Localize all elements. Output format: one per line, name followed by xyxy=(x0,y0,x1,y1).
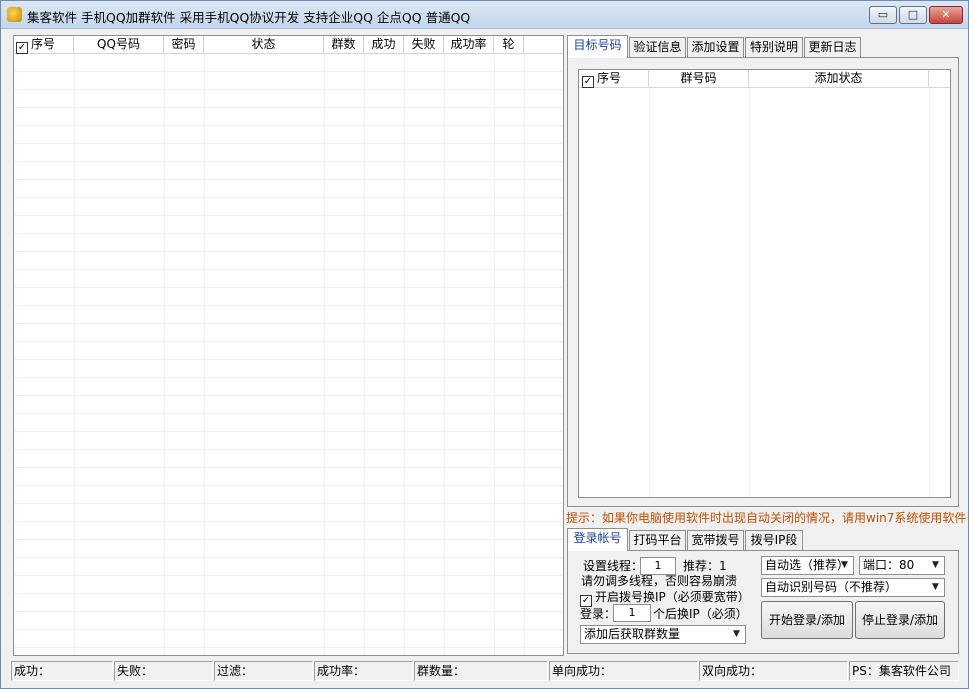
col-index[interactable]: ✓ 序号 xyxy=(14,36,74,54)
account-list[interactable]: ✓ 序号 QQ号码 密码 状态 群数 成功 失败 成功率 轮 xyxy=(13,35,564,656)
maximize-button[interactable]: □ xyxy=(899,6,927,24)
col-password[interactable]: 密码 xyxy=(164,36,204,53)
target-group-list[interactable]: ✓ 序号 群号码 添加状态 xyxy=(578,69,951,498)
target-col-index-label: 序号 xyxy=(597,71,622,85)
stop-login-button[interactable]: 停止登录/添加 xyxy=(855,601,945,639)
start-login-button[interactable]: 开始登录/添加 xyxy=(761,601,853,639)
status-company: PS：集客软件公司 xyxy=(849,661,959,681)
tab-add-settings[interactable]: 添加设置 xyxy=(687,37,744,57)
tab-changelog[interactable]: 更新日志 xyxy=(804,37,861,57)
switch-ip-label: 个后换IP（必须） xyxy=(653,607,748,621)
status-group-count: 群数量： xyxy=(414,661,548,681)
status-bar: 成功： 失败： 过滤： 成功率： 群数量： 单向成功： 双向成功： PS：集客软… xyxy=(11,661,959,681)
col-qq-number[interactable]: QQ号码 xyxy=(74,36,164,53)
col-group-count[interactable]: 群数 xyxy=(324,36,364,53)
tab-special-notes[interactable]: 特别说明 xyxy=(745,37,803,57)
status-failed: 失败： xyxy=(114,661,213,681)
status-one-way-success: 单向成功： xyxy=(549,661,698,681)
auto-mode-select[interactable]: 自动选（推荐） ▼ xyxy=(761,556,854,575)
app-logo-icon xyxy=(7,7,22,22)
target-col-add-status[interactable]: 添加状态 xyxy=(749,70,929,87)
status-success-rate: 成功率： xyxy=(314,661,413,681)
col-status[interactable]: 状态 xyxy=(204,36,324,53)
port-value: 端口：80 xyxy=(863,558,915,572)
tab-verify-info[interactable]: 验证信息 xyxy=(629,37,686,57)
target-grid xyxy=(579,88,950,497)
select-all-targets-checkbox[interactable]: ✓ xyxy=(582,76,594,88)
target-list-header: ✓ 序号 群号码 添加状态 xyxy=(579,70,950,88)
target-tabs: 目标号码 验证信息 添加设置 特别说明 更新日志 xyxy=(567,35,959,58)
window-title: 集客软件 手机QQ加群软件 采用手机QQ协议开发 支持企业QQ 企点QQ 普通Q… xyxy=(27,10,471,25)
login-count-input[interactable]: 1 xyxy=(613,604,651,622)
target-col-index[interactable]: ✓ 序号 xyxy=(579,70,649,88)
status-success: 成功： xyxy=(11,661,113,681)
hint-text: 提示：如果你电脑使用软件时出现自动关闭的情况，请用win7系统使用软件 xyxy=(566,511,967,525)
col-index-label: 序号 xyxy=(31,37,56,51)
fetch-group-select[interactable]: 添加后获取群数量 ▼ xyxy=(580,625,746,644)
target-tab-panel: ✓ 序号 群号码 添加状态 xyxy=(567,57,959,507)
chevron-down-icon: ▼ xyxy=(841,560,848,570)
col-round[interactable]: 轮 xyxy=(494,36,524,53)
login-count-label: 登录： xyxy=(580,607,617,621)
tab-captcha-platform[interactable]: 打码平台 xyxy=(629,530,686,550)
select-all-accounts-checkbox[interactable]: ✓ xyxy=(16,42,28,54)
minimize-button[interactable]: ▭ xyxy=(869,6,897,24)
account-grid xyxy=(14,54,563,655)
col-success[interactable]: 成功 xyxy=(364,36,404,53)
thread-warning: 请勿调多线程，否则容易崩溃 xyxy=(581,574,738,588)
close-button[interactable]: ✕ xyxy=(929,6,963,24)
col-failed[interactable]: 失败 xyxy=(404,36,444,53)
chevron-down-icon: ▼ xyxy=(733,629,740,639)
account-list-header: ✓ 序号 QQ号码 密码 状态 群数 成功 失败 成功率 轮 xyxy=(14,36,563,54)
status-filtered: 过滤： xyxy=(214,661,313,681)
fetch-group-value: 添加后获取群数量 xyxy=(584,627,681,641)
number-recognize-select[interactable]: 自动识别号码（不推荐） ▼ xyxy=(761,578,945,597)
main-window: 集客软件 手机QQ加群软件 采用手机QQ协议开发 支持企业QQ 企点QQ 普通Q… xyxy=(0,0,969,689)
port-select[interactable]: 端口：80 ▼ xyxy=(859,556,945,575)
col-success-rate[interactable]: 成功率 xyxy=(444,36,494,53)
tab-dial-ip-range[interactable]: 拨号IP段 xyxy=(745,530,803,550)
status-two-way-success: 双向成功： xyxy=(699,661,848,681)
login-tab-panel: 设置线程： 1 推荐：1 请勿调多线程，否则容易崩溃 ✓ 开启拨号换IP（必须要宽… xyxy=(567,550,959,654)
tab-broadband-dial[interactable]: 宽带拨号 xyxy=(687,530,744,550)
tab-target-numbers[interactable]: 目标号码 xyxy=(567,35,628,58)
target-col-group-number[interactable]: 群号码 xyxy=(649,70,749,87)
chevron-down-icon: ▼ xyxy=(932,582,939,592)
dial-ip-label: 开启拨号换IP（必须要宽带） xyxy=(595,590,750,604)
tab-login-accounts[interactable]: 登录帐号 xyxy=(567,528,628,551)
chevron-down-icon: ▼ xyxy=(932,560,939,570)
number-recognize-value: 自动识别号码（不推荐） xyxy=(765,580,898,594)
login-tabs: 登录帐号 打码平台 宽带拨号 拨号IP段 xyxy=(567,528,959,551)
title-bar[interactable]: 集客软件 手机QQ加群软件 采用手机QQ协议开发 支持企业QQ 企点QQ 普通Q… xyxy=(1,1,968,29)
